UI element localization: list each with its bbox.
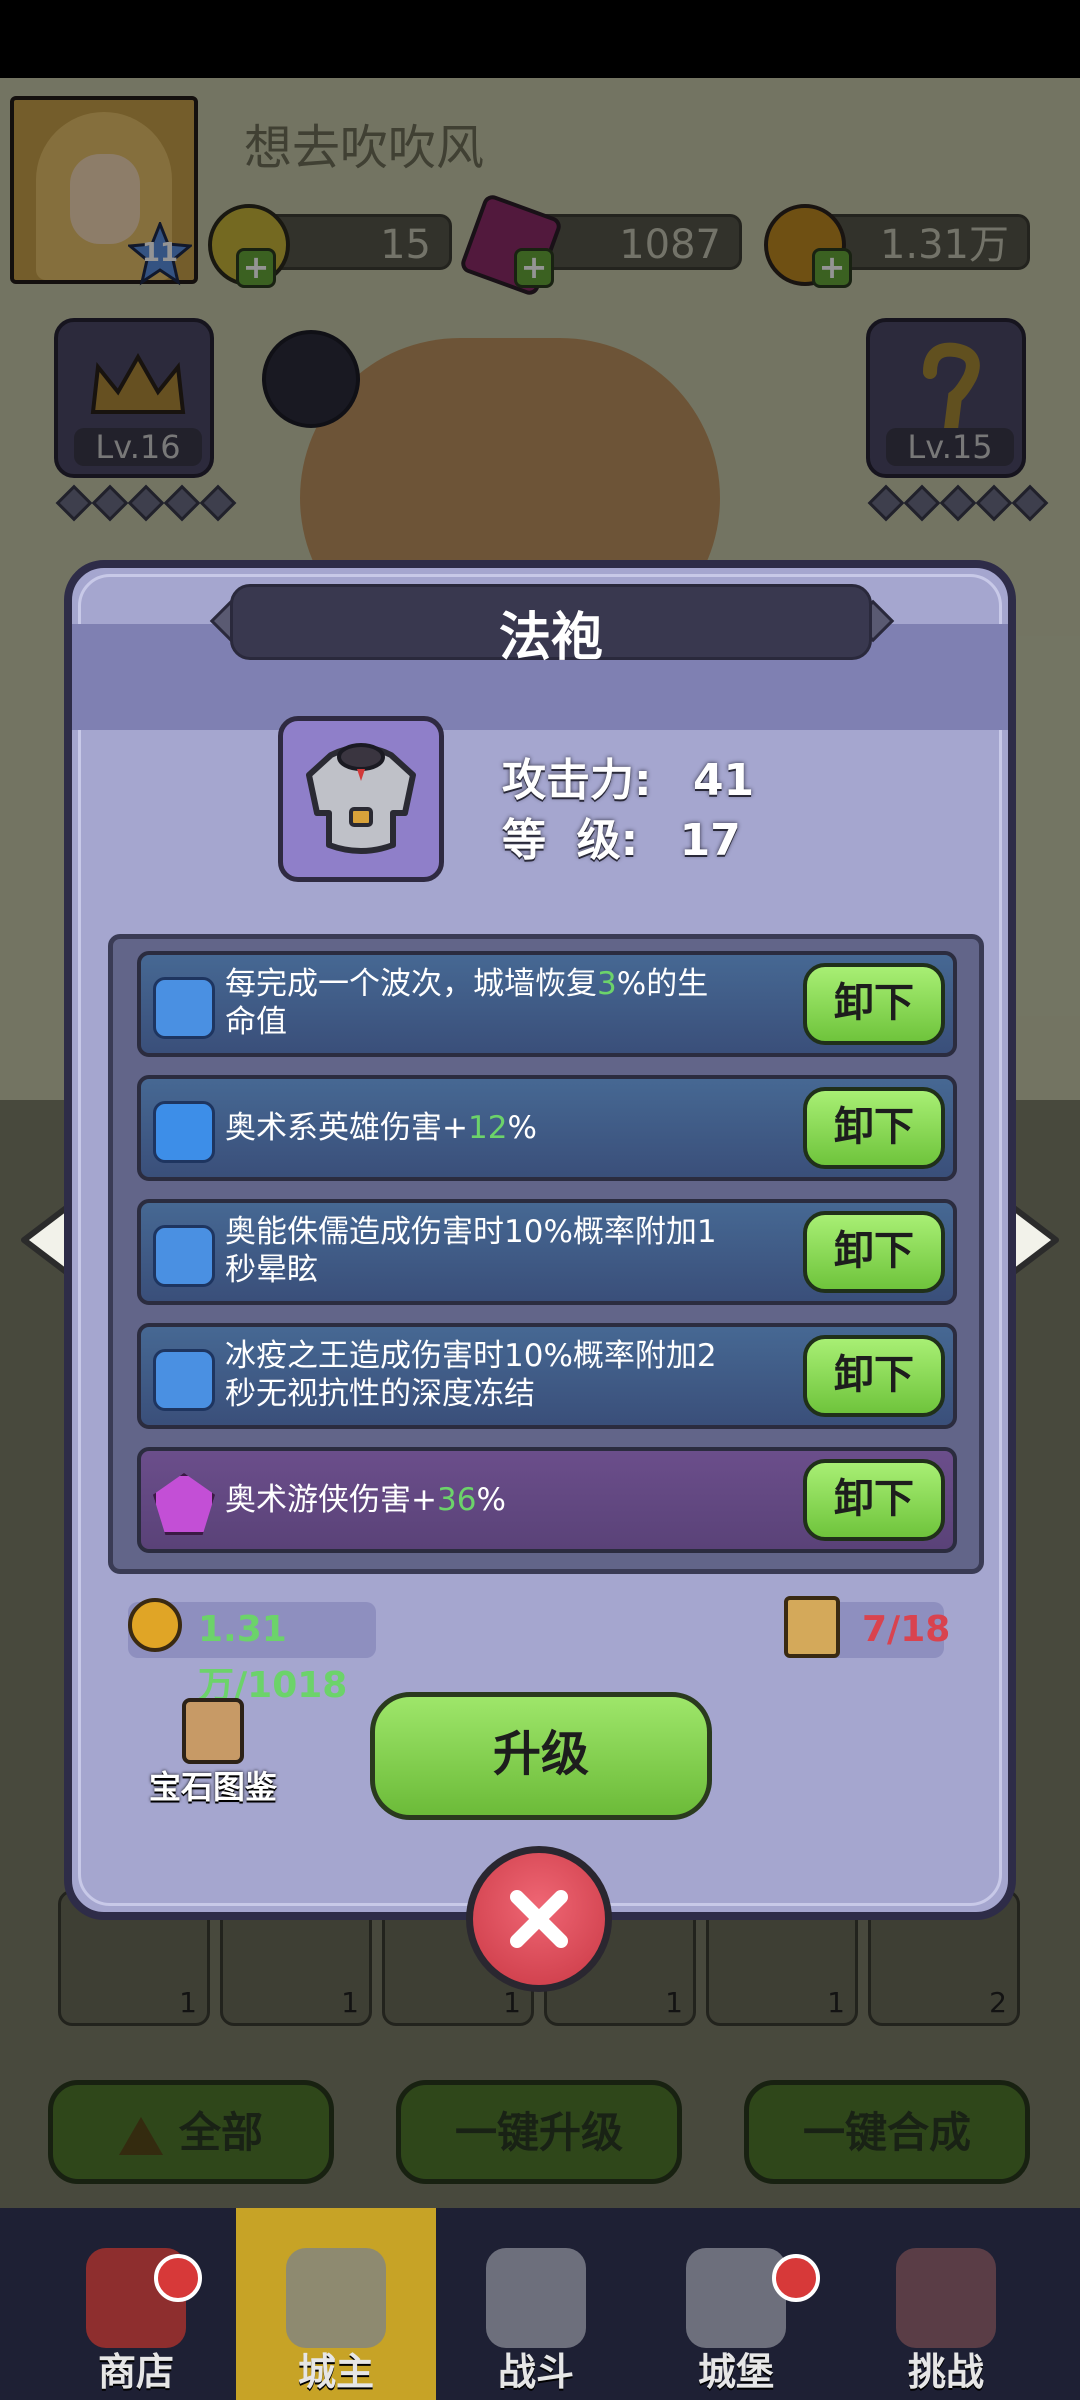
unequip-button[interactable]: 卸下: [803, 1459, 945, 1541]
notification-badge: [154, 2254, 202, 2302]
nav-challenge-label: 挑战: [907, 2350, 984, 2394]
gem-list-panel: 每完成一个波次，城墙恢复3%的生命值 卸下 奥术系英雄伤害+12% 卸下 奥能侏…: [108, 934, 984, 1574]
unequip-button[interactable]: 卸下: [803, 1087, 945, 1169]
unequip-button[interactable]: 卸下: [803, 1335, 945, 1417]
nav-challenge[interactable]: 挑战: [846, 2208, 1046, 2400]
attack-stat: 攻击力: 41: [502, 744, 754, 808]
nav-battle-label: 战斗: [497, 2350, 574, 2394]
bottom-nav: 商店 城主 战斗 城堡 挑战: [0, 2208, 1080, 2400]
notification-badge: [772, 2254, 820, 2302]
attack-label: 攻击力:: [502, 755, 652, 806]
gem-codex-button[interactable]: 宝石图鉴: [138, 1698, 288, 1808]
attack-value: 41: [692, 755, 755, 806]
gem-row: 每完成一个波次，城墙恢复3%的生命值 卸下: [137, 951, 957, 1057]
blue-swirl-gem-icon: [153, 977, 215, 1039]
unequip-button[interactable]: 卸下: [803, 963, 945, 1045]
gem-row: 奥能侏儒造成伤害时10%概率附加1秒晕眩 卸下: [137, 1199, 957, 1305]
nav-shop[interactable]: 商店: [36, 2208, 236, 2400]
unequip-button[interactable]: 卸下: [803, 1211, 945, 1293]
gem-row: 冰疫之王造成伤害时10%概率附加2秒无视抗性的深度冻结 卸下: [137, 1323, 957, 1429]
gem-description: 奥术系英雄伤害+12%: [225, 1110, 537, 1146]
scroll-cost-pill: 7/18: [784, 1596, 950, 1658]
item-detail-dialog: 法袍 攻击力: 41 等 级: 17 每完成一个波次，城墙恢复3%的生命值 卸下…: [64, 560, 1016, 1920]
gold-cost-pill: 1.31万/1018: [128, 1598, 376, 1706]
gem-description: 每完成一个波次，城墙恢复3%的生命值: [225, 966, 709, 1040]
book-icon: [182, 1698, 244, 1764]
nav-lord-label: 城主: [297, 2350, 374, 2394]
nav-lord[interactable]: 城主: [236, 2208, 436, 2400]
blue-hex-gem-icon: [153, 1101, 215, 1163]
nav-castle-label: 城堡: [697, 2350, 774, 2394]
level-value: 17: [679, 815, 741, 866]
gem-description: 奥能侏儒造成伤害时10%概率附加1秒晕眩: [225, 1214, 717, 1288]
level-label: 等 级:: [502, 815, 639, 866]
blue-swirl-gem-icon: [153, 1349, 215, 1411]
dialog-title: 法袍: [498, 608, 603, 668]
upgrade-button[interactable]: 升级: [370, 1692, 712, 1820]
nav-castle[interactable]: 城堡: [636, 2208, 836, 2400]
close-icon: [510, 1890, 568, 1948]
item-icon-frame: [278, 716, 444, 882]
robe-armor-icon: [301, 735, 421, 869]
level-stat: 等 级: 17: [502, 804, 741, 868]
scroll-cost: 7/18: [862, 1609, 951, 1650]
gem-row: 奥术游侠伤害+36% 卸下: [137, 1447, 957, 1553]
castle-icon: [686, 2248, 786, 2348]
nav-battle[interactable]: 战斗: [436, 2208, 636, 2400]
demon-icon: [896, 2248, 996, 2348]
swords-icon: [486, 2248, 586, 2348]
gem-codex-label: 宝石图鉴: [148, 1768, 277, 1806]
gold-coin-icon: [128, 1598, 182, 1652]
armor-scroll-icon: [784, 1596, 840, 1658]
nav-shop-label: 商店: [97, 2350, 174, 2394]
close-button[interactable]: [466, 1846, 612, 1992]
gem-row: 奥术系英雄伤害+12% 卸下: [137, 1075, 957, 1181]
gem-description: 冰疫之王造成伤害时10%概率附加2秒无视抗性的深度冻结: [225, 1338, 717, 1412]
title-bar: 法袍: [230, 584, 872, 668]
crown-icon: [286, 2248, 386, 2348]
status-bar: [0, 0, 1080, 78]
gem-description: 奥术游侠伤害+36%: [225, 1482, 506, 1518]
purple-gem-icon: [153, 1473, 215, 1535]
blue-swirl-gem-icon: [153, 1225, 215, 1287]
